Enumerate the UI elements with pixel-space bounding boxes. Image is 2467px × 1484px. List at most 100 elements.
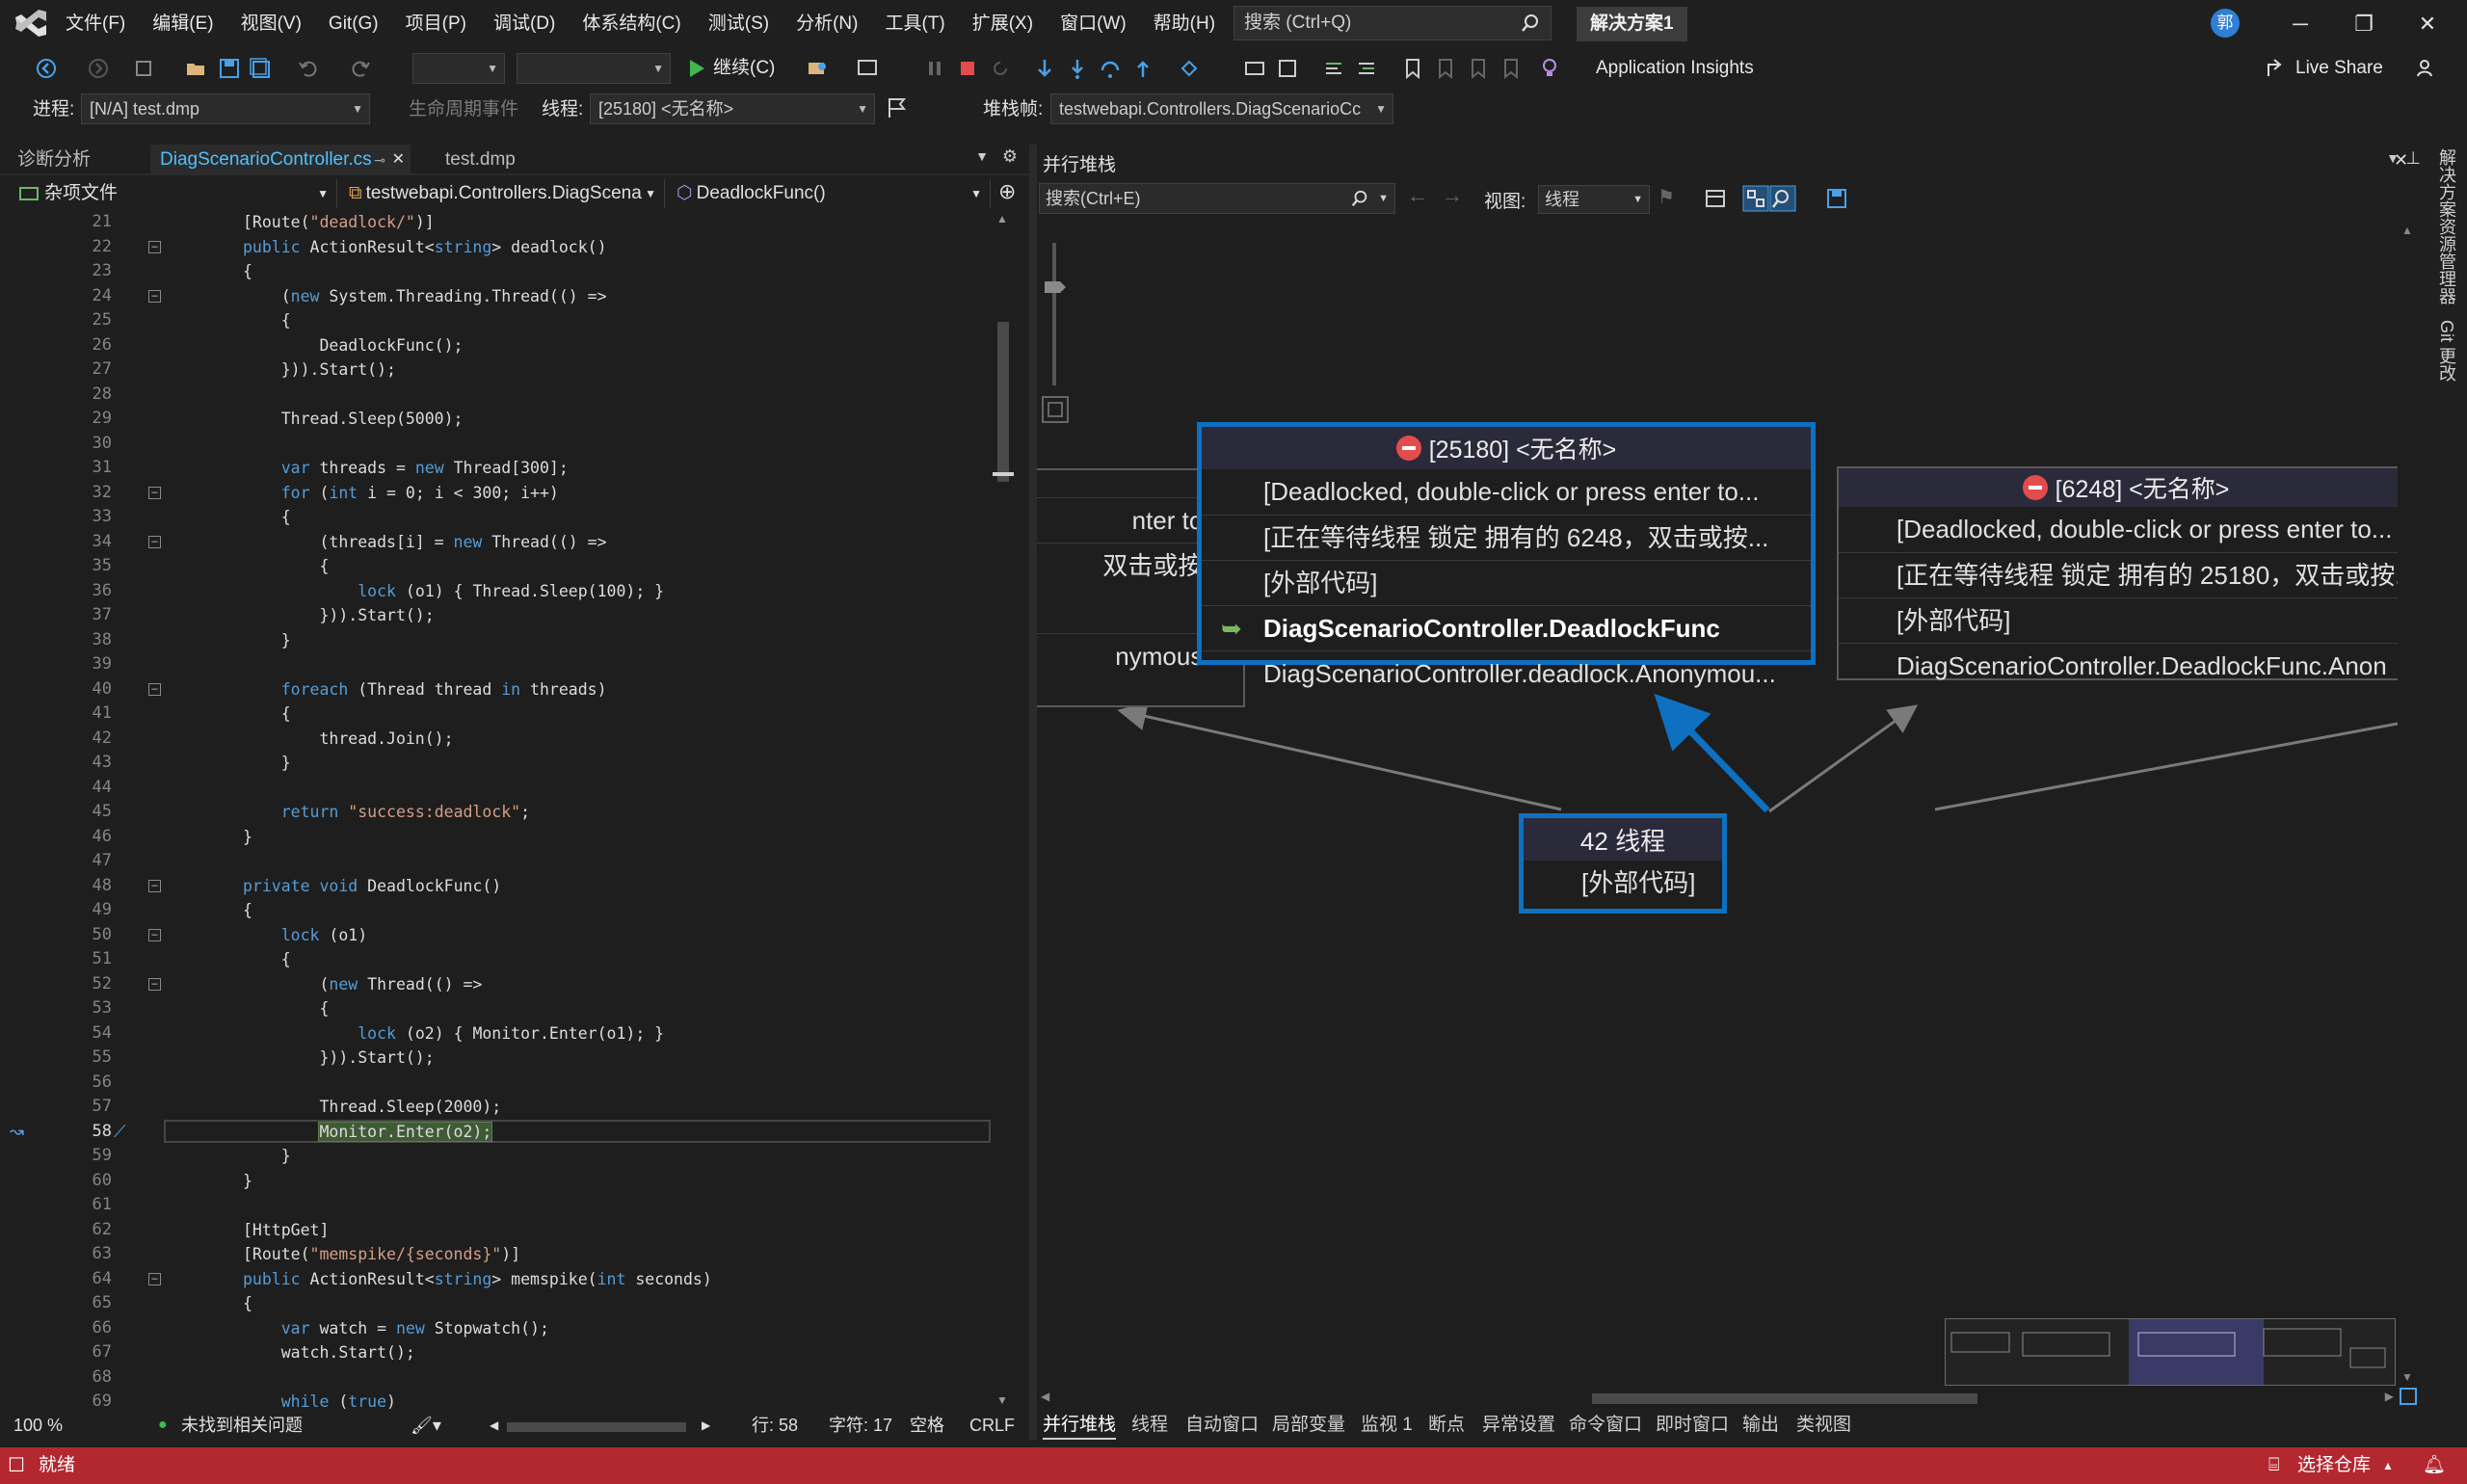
tab-breakpoints[interactable]: 断点 [1428,1411,1465,1440]
tab-exception-settings[interactable]: 异常设置 [1482,1411,1555,1440]
save-all-icon[interactable] [249,57,272,80]
navigate-back-icon[interactable] [35,57,58,80]
bird-eye-minimap[interactable] [1945,1318,2396,1386]
code-line[interactable]: 61 [0,1193,993,1218]
code-line[interactable]: 21 [Route("deadlock/")] [0,210,993,235]
instruction-pointer-icon[interactable]: ↝ [10,1120,24,1144]
solution-name-badge[interactable]: 解决方案1 [1577,7,1687,41]
select-repository-button[interactable]: 选择仓库 [2297,1447,2371,1484]
issues-status[interactable]: 未找到相关问题 [181,1411,303,1440]
code-line[interactable]: 31 var threads = new Thread[300]; [0,456,993,481]
pin-tab-icon[interactable]: ⊸ [374,145,385,175]
line-indicator[interactable]: 行: 58 [752,1411,798,1440]
menu-tools[interactable]: 工具(T) [871,0,958,48]
menu-test[interactable]: 测试(S) [695,0,783,48]
minimize-button[interactable]: ─ [2268,0,2332,48]
lifecycle-events-label[interactable]: 生命周期事件 [409,96,518,123]
process-combo[interactable]: [N/A] test.dmp ▼ [81,93,370,124]
browser-link-icon[interactable] [1243,57,1266,80]
platform-combo[interactable]: ▼ [517,53,671,84]
uncomment-icon[interactable] [1355,57,1378,80]
menu-view[interactable]: 视图(V) [227,0,315,48]
tab-class-view[interactable]: 类视图 [1796,1411,1851,1440]
code-line[interactable]: 35 { [0,554,993,579]
code-line[interactable]: 32 − for (int i = 0; i < 300; i++) [0,481,993,506]
pause-icon[interactable] [923,57,946,80]
flag-icon[interactable]: ⚑ [1658,185,1675,209]
char-indicator[interactable]: 字符: 17 [829,1411,892,1440]
hscroll-thumb[interactable] [1592,1393,1977,1404]
menu-file[interactable]: 文件(F) [52,0,139,48]
window-splitter[interactable] [1029,145,1037,1440]
menu-architecture[interactable]: 体系结构(C) [569,0,694,48]
step-over-icon[interactable] [1099,57,1122,80]
code-line[interactable]: 68 [0,1365,993,1391]
collapse-toggle-icon[interactable]: − [148,682,161,696]
close-window-button[interactable]: ✕ [2396,0,2459,48]
view-combo[interactable]: 线程 ▼ [1538,185,1650,214]
code-line[interactable]: 56 [0,1071,993,1096]
frame-row[interactable]: [Deadlocked, double-click or press enter… [1202,469,1811,515]
parallel-stacks-search-input[interactable]: 搜索(Ctrl+E) ▼ [1039,183,1395,214]
zoom-control-icon[interactable] [1769,185,1796,212]
restart-icon[interactable] [989,57,1012,80]
continue-button[interactable]: 继续(C) [713,54,775,83]
code-editor[interactable]: 21 [Route("deadlock/")] 22 − public ActionRe… [0,210,993,1409]
parallel-stacks-horizontal-scrollbar[interactable]: ◀ ▶ [1037,1388,2398,1409]
code-line[interactable]: 59 } [0,1144,993,1169]
code-line[interactable]: 29 Thread.Sleep(5000); [0,407,993,432]
editor-vertical-scrollbar[interactable]: ▲ ▼ [993,210,1014,1409]
hscroll-left-icon[interactable]: ◀ [490,1411,498,1440]
menu-help[interactable]: 帮助(H) [1140,0,1229,48]
collapse-toggle-icon[interactable]: − [148,289,161,303]
split-window-icon[interactable]: ⊕ [998,179,1016,204]
attach-process-icon[interactable] [806,57,829,80]
flag-thread-icon[interactable] [887,96,908,119]
undo-icon[interactable] [297,57,320,80]
close-tool-window-icon[interactable]: ✕ [2394,150,2408,171]
live-share-button[interactable]: Live Share [2295,54,2383,83]
code-line[interactable]: 47 [0,849,993,874]
code-line[interactable]: 28 [0,383,993,408]
stack-card-root[interactable]: 42 线程 [外部代码] [1519,813,1727,914]
project-combo[interactable]: 杂项文件 ▼ [12,179,337,208]
settings-gear-icon[interactable]: ⚙ [1002,146,1018,167]
code-line[interactable]: 41 { [0,702,993,727]
tab-diagnostic-analysis[interactable]: 诊断分析 [8,145,100,175]
code-line[interactable]: 50 − lock (o1) [0,923,993,948]
code-line[interactable]: 22 − public ActionResult<string> deadlock(… [0,235,993,260]
tab-output[interactable]: 输出 [1742,1411,1779,1440]
diagnostic-tools-icon[interactable] [856,57,879,80]
frame-row[interactable]: DiagScenarioController.DeadlockFunc.Anon [1839,643,2398,688]
frame-row[interactable]: [外部代码] [1524,861,1722,906]
application-insights-button[interactable]: Application Insights [1596,54,1754,83]
menu-project[interactable]: 项目(P) [392,0,480,48]
frame-row[interactable]: [正在等待线程 锁定 拥有的 6248，双击或按... [1202,515,1811,560]
thread-combo[interactable]: [25180] <无名称> ▼ [590,93,875,124]
code-line[interactable]: 27 })).Start(); [0,358,993,383]
show-next-statement-icon[interactable] [1033,57,1056,80]
member-combo[interactable]: ⬡ DeadlockFunc() ▼ [669,179,991,208]
code-line[interactable]: 43 } [0,751,993,776]
clear-bookmarks-icon[interactable] [1499,57,1523,80]
code-line[interactable]: 55 })).Start(); [0,1046,993,1071]
global-search-input[interactable]: 搜索 (Ctrl+Q) [1234,6,1552,40]
code-line[interactable]: 49 { [0,898,993,923]
code-line[interactable]: 65 { [0,1291,993,1316]
frame-row[interactable]: [Deadlocked, double-click or press enter… [1839,507,2398,552]
parallel-stacks-vertical-scrollbar[interactable]: ▲ ▼ [2398,220,2419,1388]
code-line[interactable]: 45 return "success:deadlock"; [0,800,993,825]
code-line[interactable]: 42 thread.Join(); [0,727,993,752]
tab-threads[interactable]: 线程 [1131,1411,1168,1440]
collapse-toggle-icon[interactable]: − [148,977,161,991]
frame-row[interactable]: [外部代码] [1839,597,2398,643]
menu-edit[interactable]: 编辑(E) [139,0,226,48]
code-line[interactable]: ↝ ⟋ 58 Monitor.Enter(o2); [0,1119,993,1145]
forward-arrow-icon[interactable]: → [1442,183,1463,208]
hscroll-right-icon[interactable]: ▶ [702,1411,710,1440]
collapse-toggle-icon[interactable]: − [148,928,161,941]
menu-extensions[interactable]: 扩展(X) [959,0,1047,48]
frame-row[interactable]: [正在等待线程 锁定 拥有的 25180，双击或按... [1839,552,2398,597]
configuration-combo[interactable]: ▼ [412,53,505,84]
scroll-left-icon[interactable]: ◀ [1041,1390,1049,1403]
